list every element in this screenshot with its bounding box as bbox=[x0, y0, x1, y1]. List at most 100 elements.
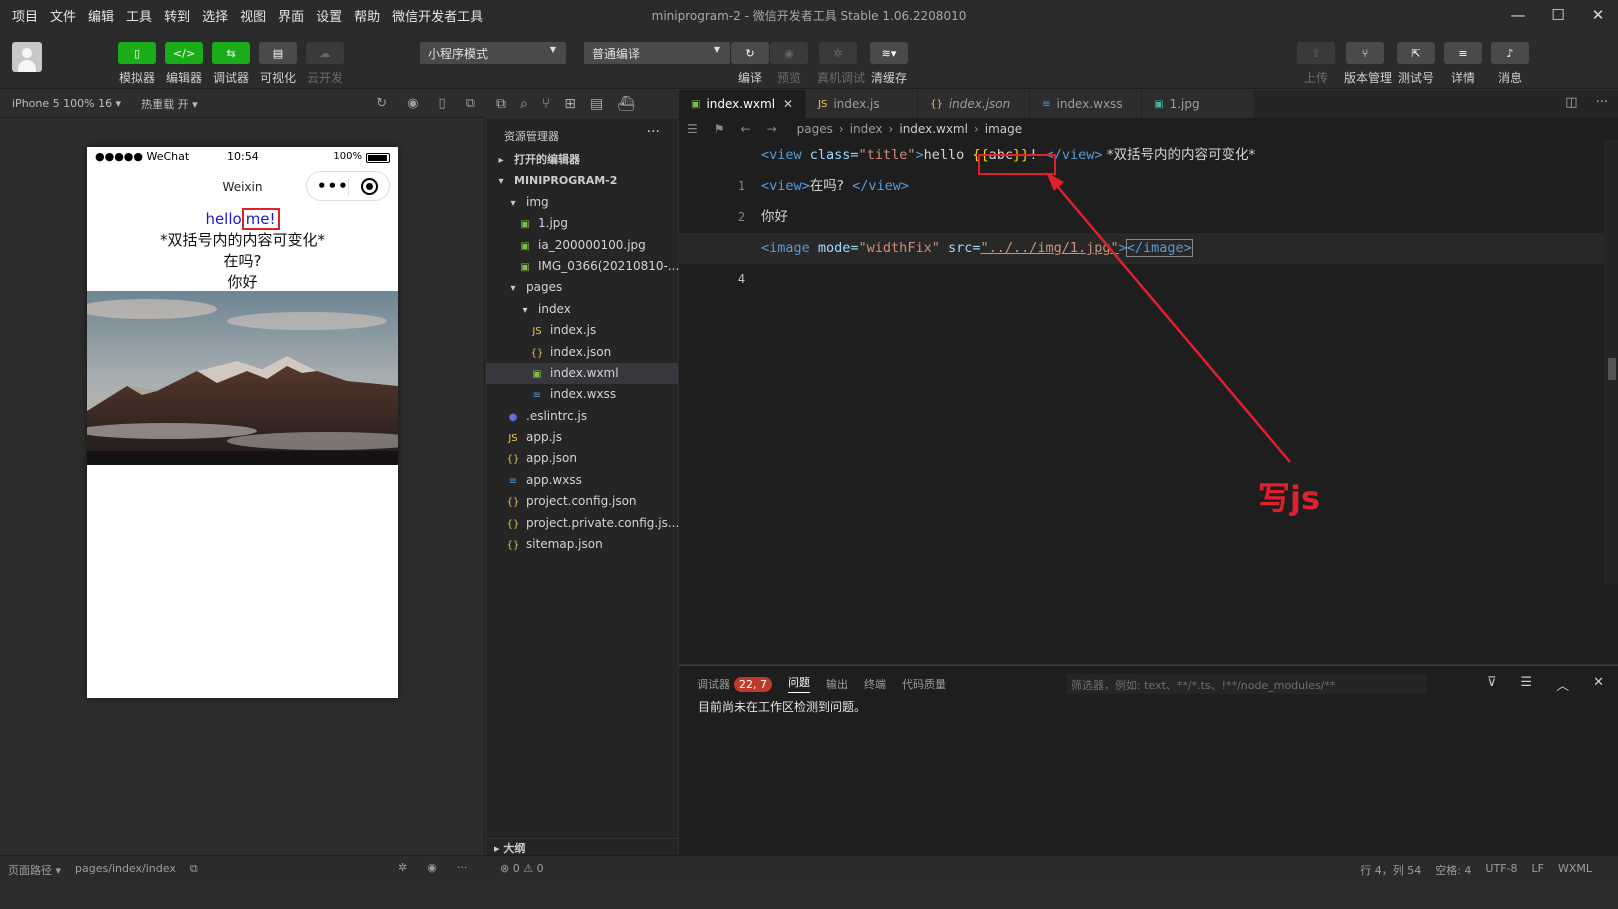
tab-index-js[interactable]: JS index.js bbox=[806, 90, 919, 118]
simulator-button[interactable]: ▯ 模拟器 bbox=[116, 42, 158, 86]
menu-select[interactable]: 选择 bbox=[196, 6, 234, 25]
bug-icon[interactable]: ✲ bbox=[398, 861, 407, 874]
storage-icon[interactable]: ▤ bbox=[590, 96, 603, 112]
tree-folder[interactable]: ▾ index bbox=[486, 299, 678, 320]
tree-file[interactable]: ● .eslintrc.js bbox=[486, 406, 678, 427]
breadcrumb-item[interactable]: index bbox=[850, 122, 883, 136]
menu-project[interactable]: 项目 bbox=[0, 6, 44, 25]
eye-icon[interactable]: ◉ bbox=[427, 861, 437, 874]
tree-file[interactable]: {} app.json bbox=[486, 448, 678, 469]
docker-icon[interactable]: ⛴ bbox=[617, 96, 635, 112]
more-icon[interactable]: ··· bbox=[457, 861, 468, 874]
search-icon[interactable]: ⌕ bbox=[520, 96, 528, 112]
hot-reload-toggle[interactable]: 热重载 开 ▾ bbox=[141, 96, 198, 112]
details-button[interactable]: ≡ 详情 bbox=[1442, 42, 1484, 86]
problems-filter-input[interactable]: 筛选器，例如: text、**/*.ts、!**/node_modules/** bbox=[1067, 674, 1427, 694]
minimize-icon[interactable]: — bbox=[1498, 0, 1538, 30]
editor-button[interactable]: </> 编辑器 bbox=[163, 42, 205, 86]
tree-file[interactable]: ≡ app.wxss bbox=[486, 470, 678, 491]
clear-cache-button[interactable]: ≋▾ 清缓存 bbox=[868, 42, 910, 86]
tree-file[interactable]: {} sitemap.json bbox=[486, 534, 678, 555]
real-debug-button[interactable]: ✲ 真机调试 bbox=[817, 42, 865, 86]
preview-button[interactable]: ◉ 预览 bbox=[768, 42, 810, 86]
tree-file[interactable]: {} index.json bbox=[486, 342, 678, 363]
compile-mode-select[interactable]: 普通编译 ▼ bbox=[584, 42, 730, 64]
menu-settings[interactable]: 设置 bbox=[310, 6, 348, 25]
tree-file[interactable]: {} project.config.json bbox=[486, 491, 678, 512]
cursor-position[interactable]: 行 4，列 54 bbox=[1360, 862, 1421, 878]
upload-button[interactable]: ⇪ 上传 bbox=[1295, 42, 1337, 86]
menu-file[interactable]: 文件 bbox=[44, 6, 82, 25]
menu-edit[interactable]: 编辑 bbox=[82, 6, 120, 25]
tab-index-wxss[interactable]: ≡ index.wxss bbox=[1030, 90, 1143, 118]
messages-button[interactable]: ♪ 消息 bbox=[1489, 42, 1531, 86]
menu-goto[interactable]: 转到 bbox=[158, 6, 196, 25]
close-icon[interactable]: ✕ bbox=[1578, 0, 1618, 30]
menu-tools[interactable]: 工具 bbox=[120, 6, 158, 25]
list-icon[interactable]: ☰ bbox=[687, 122, 698, 136]
tab-problems[interactable]: 问题 bbox=[788, 674, 810, 693]
forward-arrow-icon[interactable]: → bbox=[767, 122, 777, 136]
visualize-button[interactable]: ▤ 可视化 bbox=[257, 42, 299, 86]
split-editor-icon[interactable]: ◫ bbox=[1565, 95, 1577, 110]
more-icon[interactable]: ··· bbox=[1596, 95, 1608, 110]
tab-terminal[interactable]: 终端 bbox=[864, 676, 886, 692]
copy-icon[interactable]: ⧉ bbox=[190, 862, 198, 878]
breadcrumb-item[interactable]: index.wxml bbox=[899, 122, 968, 136]
tree-file[interactable]: ▣ IMG_0366(20210810-... bbox=[486, 256, 678, 277]
tab-code-quality[interactable]: 代码质量 bbox=[902, 676, 946, 692]
page-path-label[interactable]: 页面路径 ▾ bbox=[8, 862, 61, 878]
breadcrumb-item[interactable]: image bbox=[985, 122, 1022, 136]
maximize-icon[interactable]: ☐ bbox=[1538, 0, 1578, 30]
editor-scrollbar[interactable] bbox=[1604, 140, 1618, 584]
files-icon[interactable]: ⧉ bbox=[496, 96, 506, 112]
menu-wechat-devtools[interactable]: 微信开发者工具 bbox=[386, 6, 489, 25]
line-ending[interactable]: LF bbox=[1532, 862, 1544, 878]
tree-folder[interactable]: ▾ pages bbox=[486, 277, 678, 298]
source-control-icon[interactable]: ⑂ bbox=[542, 96, 550, 112]
more-icon[interactable]: ··· bbox=[647, 124, 660, 140]
detach-icon[interactable]: ⧉ bbox=[466, 96, 475, 111]
close-target-icon[interactable] bbox=[361, 178, 378, 195]
mini-program-capsule[interactable]: ••• bbox=[306, 171, 390, 201]
language-mode[interactable]: WXML bbox=[1558, 862, 1592, 878]
phone-icon[interactable]: ▯ bbox=[439, 96, 446, 111]
debugger-button[interactable]: ⇆ 调试器 bbox=[210, 42, 252, 86]
tab-index-wxml[interactable]: ▣ index.wxml ✕ bbox=[679, 90, 807, 118]
indentation[interactable]: 空格: 4 bbox=[1435, 862, 1471, 878]
tree-file[interactable]: ▣ ia_200000100.jpg bbox=[486, 235, 678, 256]
bookmark-icon[interactable]: ⚑ bbox=[714, 122, 725, 136]
open-editors-section[interactable]: ▸ 打开的编辑器 bbox=[486, 149, 678, 170]
collapse-all-icon[interactable]: ☰ bbox=[1520, 675, 1532, 694]
project-section[interactable]: ▾ MINIPROGRAM-2 bbox=[486, 170, 678, 191]
problems-counter[interactable]: ⊗ 0 ⚠ 0 bbox=[500, 862, 544, 875]
mode-select[interactable]: 小程序模式 ▼ bbox=[420, 42, 566, 64]
more-icon[interactable]: ••• bbox=[317, 177, 349, 195]
close-icon[interactable]: ✕ bbox=[1593, 675, 1604, 694]
menu-help[interactable]: 帮助 bbox=[348, 6, 386, 25]
tree-file[interactable]: ▣ index.wxml bbox=[486, 362, 678, 385]
back-arrow-icon[interactable]: ← bbox=[741, 122, 751, 136]
extensions-icon[interactable]: ⊞ bbox=[564, 96, 576, 112]
refresh-icon[interactable]: ↻ bbox=[376, 96, 387, 111]
encoding[interactable]: UTF-8 bbox=[1485, 862, 1517, 878]
tree-file[interactable]: ▣ 1.jpg bbox=[486, 213, 678, 234]
tree-folder[interactable]: ▾ img bbox=[486, 192, 678, 213]
version-button[interactable]: ⑂ 版本管理 bbox=[1344, 42, 1392, 86]
tree-file[interactable]: {} project.private.config.js... bbox=[486, 513, 678, 534]
device-select[interactable]: iPhone 5 100% 16 ▾ bbox=[12, 97, 121, 110]
breadcrumb-item[interactable]: pages bbox=[797, 122, 833, 136]
tab-index-json[interactable]: {} index.json bbox=[918, 90, 1031, 118]
tab-1-jpg[interactable]: ▣ 1.jpg bbox=[1142, 90, 1255, 118]
code-editor[interactable]: 1 <view class="title">hello {{abc}}! </v… bbox=[679, 140, 1618, 664]
cloud-button[interactable]: ☁ 云开发 bbox=[304, 42, 346, 86]
compile-button[interactable]: ↻ 编译 bbox=[729, 42, 771, 86]
tree-file[interactable]: ≡ index.wxss bbox=[486, 384, 678, 405]
tree-file[interactable]: JS app.js bbox=[486, 427, 678, 448]
tree-file[interactable]: JS index.js bbox=[486, 320, 678, 341]
menu-view[interactable]: 视图 bbox=[234, 6, 272, 25]
chevron-up-icon[interactable]: ︿ bbox=[1556, 675, 1569, 694]
menu-interface[interactable]: 界面 bbox=[272, 6, 310, 25]
filter-icon[interactable]: ⊽ bbox=[1487, 675, 1497, 694]
test-account-button[interactable]: ⇱ 测试号 bbox=[1395, 42, 1437, 86]
